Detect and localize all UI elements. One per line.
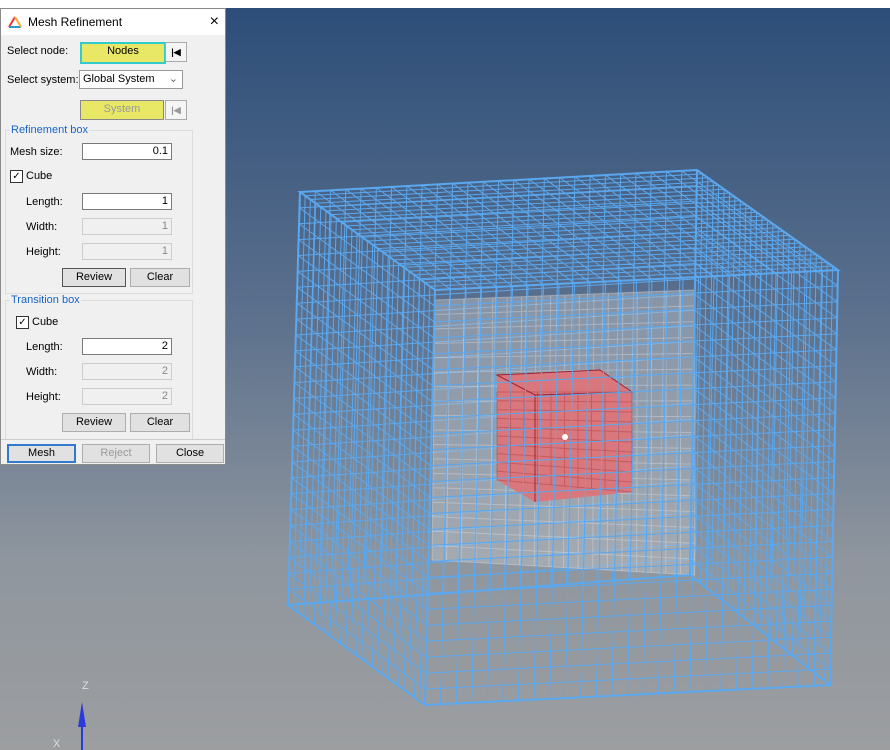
- refinement-width-input[interactable]: 1: [82, 218, 172, 235]
- close-button[interactable]: Close: [156, 444, 224, 463]
- transition-height-label: Height:: [26, 391, 61, 403]
- transition-review-button[interactable]: Review: [62, 413, 126, 432]
- refinement-length-label: Length:: [26, 196, 63, 208]
- system-select[interactable]: Global System ⌄: [79, 70, 183, 89]
- reject-button[interactable]: Reject: [82, 444, 150, 463]
- axis-x-label: X: [53, 738, 61, 750]
- transition-box-title: Transition box: [10, 294, 81, 306]
- close-icon[interactable]: ×: [210, 13, 219, 31]
- z-axis-arrow-icon: [78, 702, 86, 727]
- dialog-title: Mesh Refinement: [28, 15, 123, 29]
- refinement-height-label: Height:: [26, 246, 61, 258]
- transition-length-input[interactable]: 2: [82, 338, 172, 355]
- transition-width-label: Width:: [26, 366, 58, 378]
- system-button[interactable]: System: [80, 100, 164, 120]
- mesh-button[interactable]: Mesh: [7, 444, 76, 463]
- dialog-titlebar: Mesh Refinement ×: [1, 9, 225, 35]
- select-node-label: Select node:: [7, 45, 69, 57]
- refinement-box-title: Refinement box: [10, 124, 90, 136]
- transition-clear-button[interactable]: Clear: [130, 413, 190, 432]
- select-system-label: Select system:: [7, 74, 79, 86]
- mesh-size-label: Mesh size:: [10, 146, 63, 158]
- mesh-refinement-dialog: Mesh Refinement × Select node: Nodes |◀ …: [0, 8, 226, 465]
- axis-z-label: Z: [82, 680, 89, 692]
- transition-box-group: Transition box ✓ Cube Length: 2 Width: 2…: [5, 294, 193, 440]
- transition-length-label: Length:: [26, 341, 63, 353]
- transition-height-input[interactable]: 2: [82, 388, 172, 405]
- reset-nodes-icon[interactable]: |◀: [165, 42, 187, 62]
- refinement-box-group: Refinement box Mesh size: 0.1 ✓ Cube Len…: [5, 124, 193, 294]
- transition-cube-checkbox[interactable]: ✓: [16, 316, 29, 329]
- refinement-height-input[interactable]: 1: [82, 243, 172, 260]
- system-select-value: Global System: [83, 73, 155, 85]
- transition-cube-label: Cube: [32, 316, 59, 328]
- transition-width-input[interactable]: 2: [82, 363, 172, 380]
- center-node: [562, 434, 568, 440]
- refinement-review-button[interactable]: Review: [62, 268, 126, 287]
- refinement-length-input[interactable]: 1: [82, 193, 172, 210]
- app-logo-icon: [8, 16, 22, 28]
- reset-system-icon[interactable]: |◀: [165, 100, 187, 120]
- nodes-button[interactable]: Nodes: [80, 42, 166, 64]
- mesh-size-input[interactable]: 0.1: [82, 143, 172, 160]
- refinement-clear-button[interactable]: Clear: [130, 268, 190, 287]
- footer-divider: [1, 439, 225, 440]
- refinement-width-label: Width:: [26, 221, 58, 233]
- refinement-cube-checkbox[interactable]: ✓: [10, 170, 23, 183]
- refinement-cube-label: Cube: [26, 170, 53, 182]
- outer-left-face-grid: [287, 191, 436, 706]
- chevron-down-icon: ⌄: [168, 73, 178, 85]
